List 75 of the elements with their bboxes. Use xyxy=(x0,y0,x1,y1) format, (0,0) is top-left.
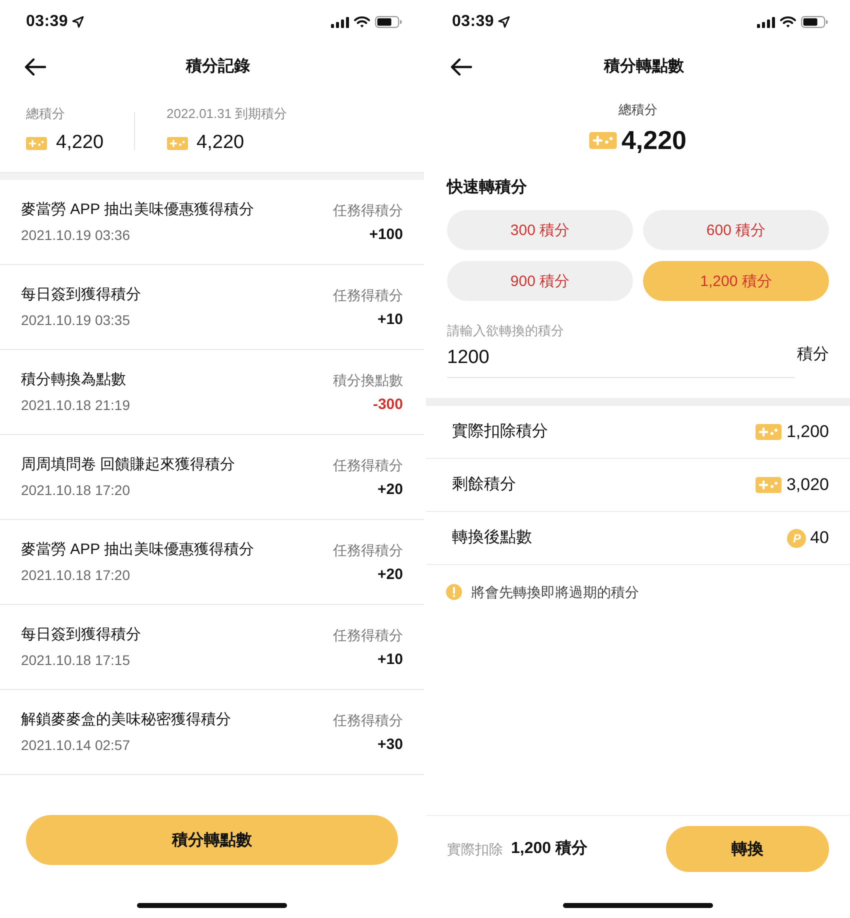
signal-icon xyxy=(757,16,775,28)
record-amount: +20 xyxy=(378,480,403,500)
wifi-icon xyxy=(354,16,370,28)
footer-label: 實際扣除 xyxy=(447,840,503,859)
record-amount: +10 xyxy=(378,650,403,670)
total-label: 總積分 xyxy=(618,101,658,119)
quick-amount-option[interactable]: 300 積分 xyxy=(447,210,633,250)
quick-amount-option[interactable]: 1,200 積分 xyxy=(643,261,829,301)
record-category: 任務得積分 xyxy=(333,541,403,560)
record-date: 2021.10.18 17:20 xyxy=(21,481,131,500)
convert-points-button[interactable]: 積分轉點數 xyxy=(26,815,398,865)
record-title: 積分轉換為點數 xyxy=(21,370,127,390)
record-category: 任務得積分 xyxy=(333,456,403,475)
location-arrow-icon xyxy=(72,16,84,28)
detail-label: 轉換後點數 xyxy=(452,528,532,548)
record-category: 積分換點數 xyxy=(333,371,403,390)
gamepad-icon xyxy=(166,136,188,150)
record-category: 任務得積分 xyxy=(333,626,403,645)
points-value: 4,220 xyxy=(196,132,244,154)
status-time: 03:39 xyxy=(452,12,494,32)
convert-button[interactable]: 轉換 xyxy=(666,826,829,872)
back-button[interactable] xyxy=(24,58,46,76)
record-amount: +30 xyxy=(378,735,403,755)
status-time: 03:39 xyxy=(26,12,68,32)
gamepad-icon xyxy=(755,424,782,440)
record-title: 解鎖麥麥盒的美味秘密獲得積分 xyxy=(21,710,231,730)
wifi-icon xyxy=(780,16,796,28)
quick-amount-option[interactable]: 600 積分 xyxy=(643,210,829,250)
record-amount: -300 xyxy=(372,395,403,415)
record-title: 每日簽到獲得積分 xyxy=(21,285,141,305)
record-date: 2021.10.19 03:36 xyxy=(21,226,131,245)
record-title: 麥當勞 APP 抽出美味優惠獲得積分 xyxy=(21,540,254,560)
location-arrow-icon xyxy=(498,16,510,28)
total-points-value: 4,220 xyxy=(621,124,687,156)
record-title: 每日簽到獲得積分 xyxy=(21,625,141,645)
warning-icon xyxy=(446,584,462,600)
record-category: 任務得積分 xyxy=(333,201,403,220)
record-title: 麥當勞 APP 抽出美味優惠獲得積分 xyxy=(21,200,254,220)
signal-icon xyxy=(331,16,349,28)
record-date: 2021.10.19 03:35 xyxy=(21,311,131,330)
points-input-field[interactable]: 請輸入欲轉換的積分 1200 xyxy=(447,322,795,378)
page-title: 積分轉點數 xyxy=(604,56,684,77)
record-date: 2021.10.18 21:19 xyxy=(21,396,130,415)
coin-icon: P xyxy=(787,528,806,548)
detail-value: 40 xyxy=(810,527,829,549)
section-heading: 快速轉積分 xyxy=(447,178,527,198)
detail-label: 剩餘積分 xyxy=(452,475,516,495)
gamepad-icon xyxy=(755,477,782,493)
record-date: 2021.10.14 02:57 xyxy=(21,736,131,755)
footer-amount: 1,200 積分 xyxy=(511,838,588,859)
record-amount: +10 xyxy=(378,310,403,330)
gamepad-icon xyxy=(26,136,47,150)
back-arrow-icon xyxy=(450,58,472,76)
unit-label: 積分 xyxy=(797,345,829,365)
points-value: 4,220 xyxy=(56,132,104,154)
page-title: 積分記錄 xyxy=(186,56,250,77)
record-date: 2021.10.18 17:20 xyxy=(21,566,131,585)
back-button[interactable] xyxy=(450,58,472,76)
record-category: 任務得積分 xyxy=(333,711,403,730)
record-amount: +20 xyxy=(378,565,403,585)
battery-icon xyxy=(375,16,402,28)
record-amount: +100 xyxy=(369,225,403,245)
detail-value: 1,200 xyxy=(786,421,829,443)
quick-amount-option[interactable]: 900 積分 xyxy=(447,261,633,301)
summary-label: 總積分 xyxy=(26,105,66,123)
record-date: 2021.10.18 17:15 xyxy=(21,651,131,670)
notice-text: 將會先轉換即將過期的積分 xyxy=(471,583,639,602)
record-title: 周周填問卷 回饋賺起來獲得積分 xyxy=(21,455,236,475)
back-arrow-icon xyxy=(24,58,46,76)
record-category: 任務得積分 xyxy=(333,286,403,305)
gamepad-icon xyxy=(589,132,618,148)
detail-label: 實際扣除積分 xyxy=(452,422,548,442)
detail-value: 3,020 xyxy=(786,474,829,496)
battery-icon xyxy=(801,16,828,28)
summary-label: 2022.01.31 到期積分 xyxy=(166,105,288,123)
